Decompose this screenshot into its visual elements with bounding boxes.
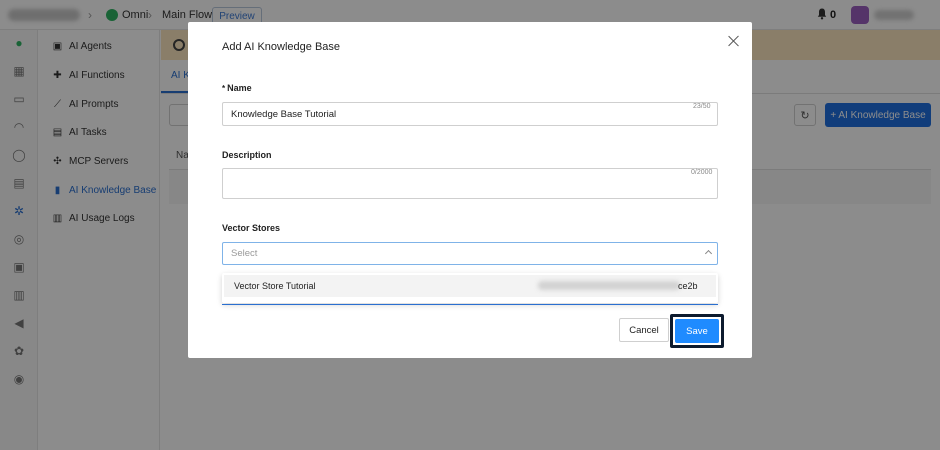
dialog-title: Add AI Knowledge Base xyxy=(222,41,341,53)
save-button[interactable]: Save xyxy=(675,319,719,343)
name-char-count: 23/50 xyxy=(693,103,711,110)
field-divider xyxy=(222,304,718,305)
name-input[interactable] xyxy=(222,102,718,126)
select-placeholder: Select xyxy=(231,248,258,259)
name-label-text: Name xyxy=(227,83,252,93)
name-label: * Name xyxy=(222,83,252,93)
option-id-tail: ce2b xyxy=(678,281,698,291)
required-marker: * xyxy=(222,84,226,93)
vector-stores-dropdown: Vector Store Tutorial ce2b xyxy=(222,273,718,303)
save-button-focus-ring: Save xyxy=(670,314,724,348)
vector-stores-select[interactable]: Select xyxy=(222,242,718,265)
chevron-up-icon xyxy=(704,249,713,258)
dropdown-option-vector-store-tutorial[interactable]: Vector Store Tutorial ce2b xyxy=(224,275,716,297)
close-icon[interactable] xyxy=(727,34,741,48)
option-id-redacted xyxy=(538,281,680,290)
add-knowledge-base-dialog: Add AI Knowledge Base *Name 23/50 Descri… xyxy=(188,22,752,358)
description-char-count: 0/2000 xyxy=(691,169,713,176)
description-label: Description xyxy=(222,150,272,160)
cancel-button[interactable]: Cancel xyxy=(619,318,669,342)
option-label: Vector Store Tutorial xyxy=(234,281,316,291)
description-textarea[interactable] xyxy=(222,168,718,199)
vector-stores-label: Vector Stores xyxy=(222,223,281,233)
